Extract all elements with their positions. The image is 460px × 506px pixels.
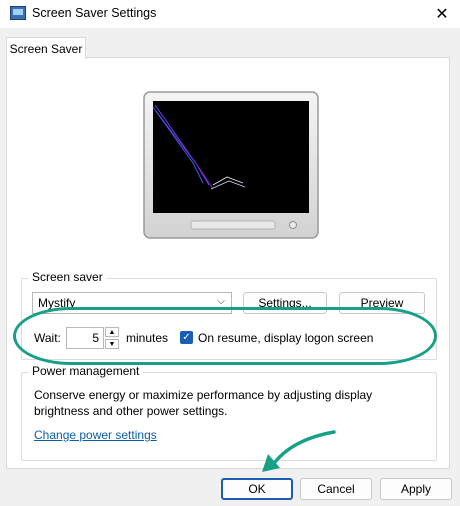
annotation-arrow [262, 430, 336, 472]
apply-button-label: Apply [400, 482, 432, 496]
power-description-line-2: brightness and other power settings. [34, 404, 228, 418]
power-description-line-1: Conserve energy or maximize performance … [34, 388, 373, 402]
window-title: Screen Saver Settings [32, 6, 157, 20]
highlight-ring [13, 307, 437, 365]
tab-screen-saver[interactable]: Screen Saver [6, 37, 86, 59]
monitor-screen [153, 101, 309, 213]
chevron-down-icon: ⌵ [217, 296, 225, 307]
power-description: Conserve energy or maximize performance … [34, 387, 372, 419]
monitor-preview [143, 91, 319, 239]
tab-panel: Screen saver Mystify ⌵ Settings... Previ… [6, 57, 450, 469]
tab-label: Screen Saver [9, 41, 83, 56]
change-power-settings-link[interactable]: Change power settings [34, 428, 157, 442]
cancel-button-label: Cancel [317, 482, 355, 496]
ok-button[interactable]: OK [221, 478, 293, 500]
close-button[interactable]: ✕ [424, 0, 460, 28]
monitor-stand-slot [190, 220, 276, 230]
ok-button-label: OK [248, 482, 266, 496]
screen-saver-group-label: Screen saver [28, 270, 107, 284]
close-icon: ✕ [435, 6, 449, 23]
apply-button[interactable]: Apply [380, 478, 452, 500]
title-bar: Screen Saver Settings ✕ [0, 0, 460, 28]
monitor-power-button [289, 221, 297, 229]
cancel-button[interactable]: Cancel [300, 478, 372, 500]
power-management-group: Power management Conserve energy or maxi… [21, 364, 437, 461]
screen-saver-app-icon [10, 6, 26, 20]
power-management-group-label: Power management [28, 364, 144, 378]
